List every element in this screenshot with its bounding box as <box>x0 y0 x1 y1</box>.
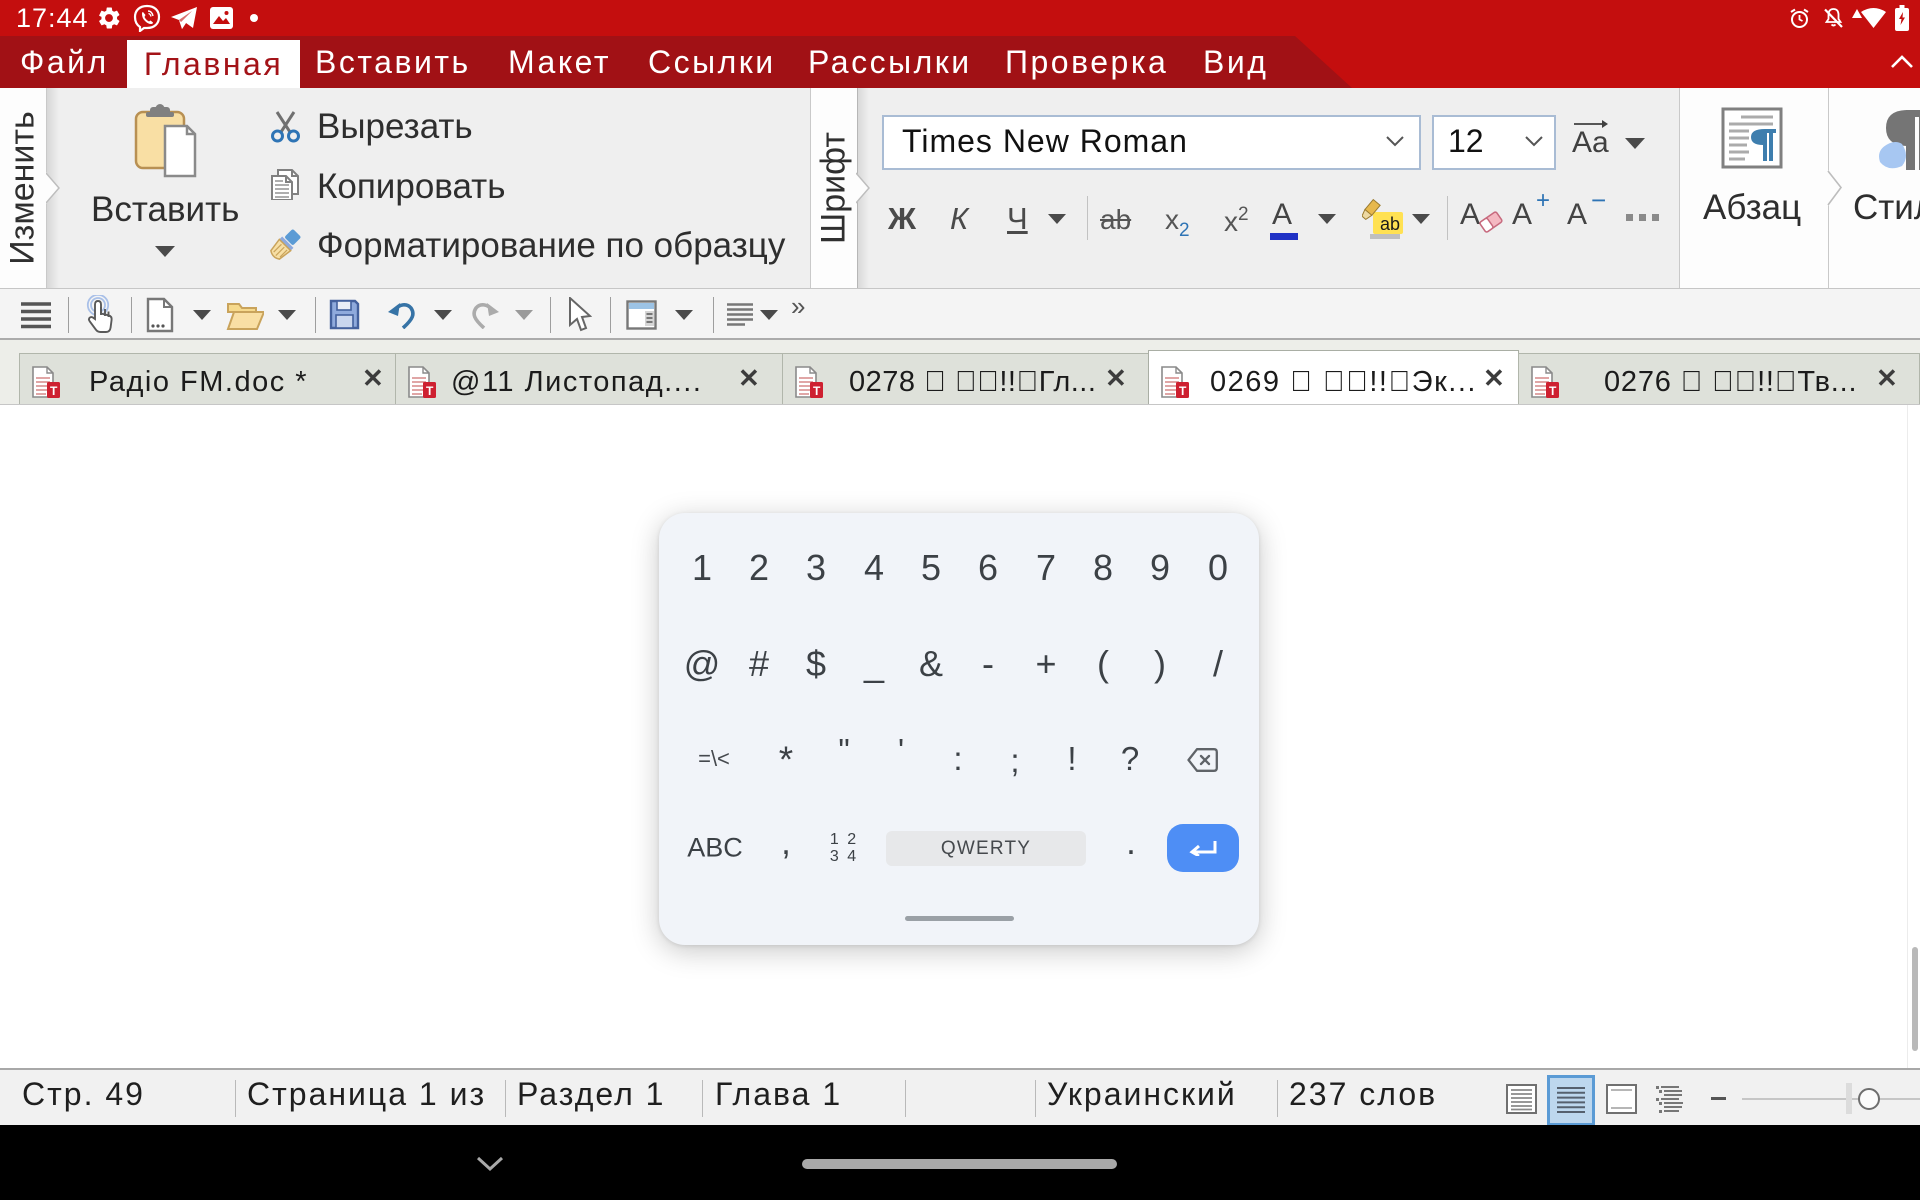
svg-text:T: T <box>1179 384 1187 398</box>
svg-text:T: T <box>813 384 821 398</box>
svg-text:T: T <box>50 384 58 398</box>
svg-text:T: T <box>1549 384 1557 398</box>
svg-text:ab: ab <box>1380 214 1400 234</box>
svg-text:T: T <box>426 384 434 398</box>
